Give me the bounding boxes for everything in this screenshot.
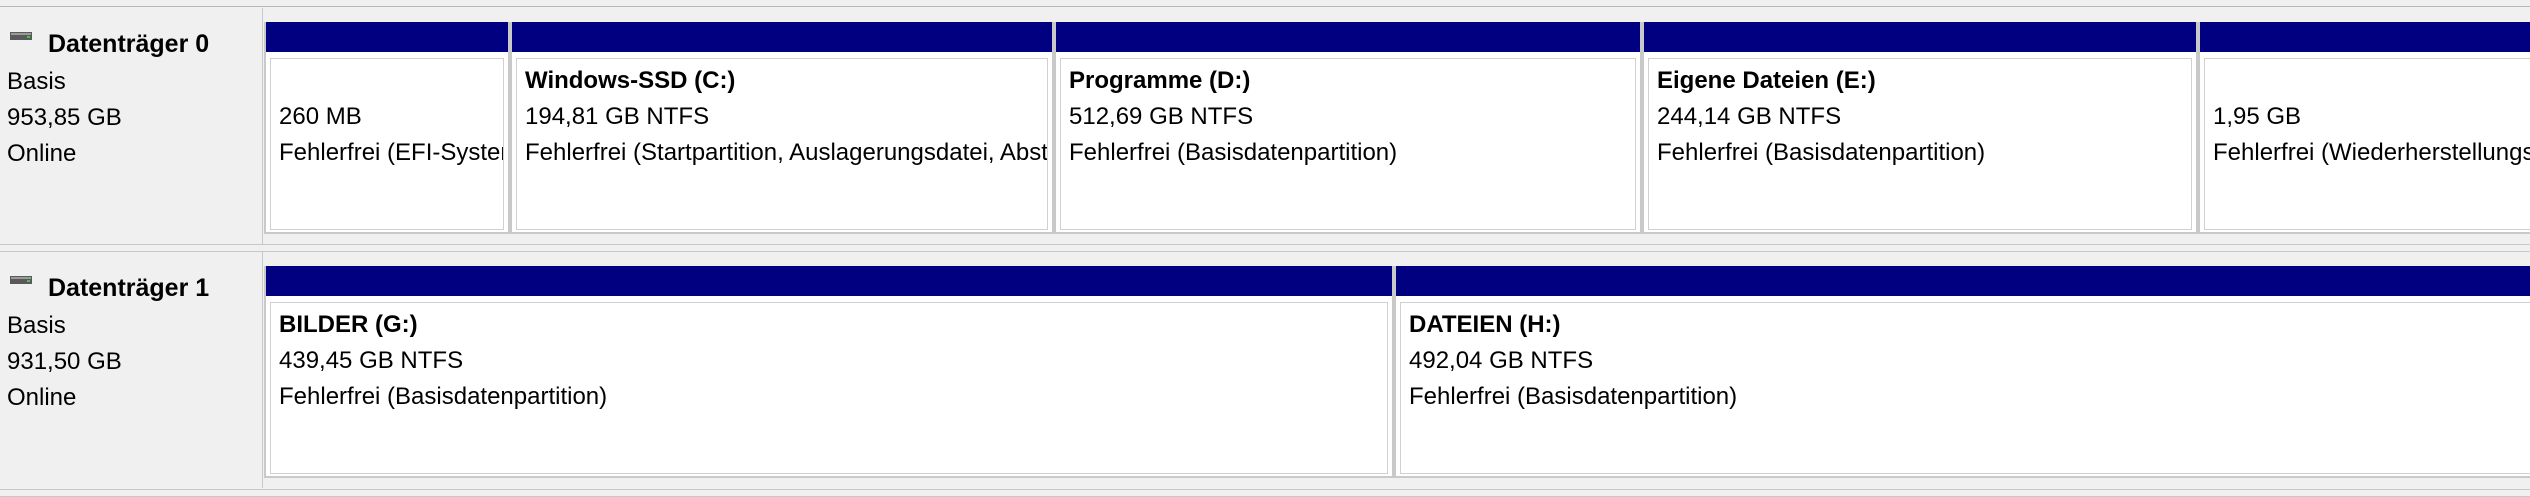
partition-name: DATEIEN (H:) xyxy=(1409,311,1561,338)
disk-info-panel[interactable]: Datenträger 1 Basis 931,50 GB Online xyxy=(0,252,263,488)
partition-name: Eigene Dateien (E:) xyxy=(1657,67,1876,94)
partition-size: 244,14 GB NTFS xyxy=(1657,103,1842,130)
disk-row-separator xyxy=(0,244,2530,252)
partition-body[interactable]: Windows-SSD (C:) 194,81 GB NTFS Fehlerfr… xyxy=(516,58,1048,230)
partition-header-bar xyxy=(266,266,1392,296)
partition-body[interactable]: BILDER (G:) 439,45 GB NTFS Fehlerfrei (B… xyxy=(270,302,1388,474)
partition-recovery[interactable]: 1,95 GB Fehlerfrei (Wiederherstellungspa… xyxy=(2198,22,2530,234)
partition-c[interactable]: Windows-SSD (C:) 194,81 GB NTFS Fehlerfr… xyxy=(510,22,1054,234)
disk-type: Basis xyxy=(7,312,66,339)
partition-body[interactable]: DATEIEN (H:) 492,04 GB NTFS Fehlerfrei (… xyxy=(1400,302,2530,474)
disk-status: Online xyxy=(7,384,77,411)
partition-size: 492,04 GB NTFS xyxy=(1409,347,1594,374)
disk-title: Datenträger 1 xyxy=(48,274,210,302)
partition-efi[interactable]: 260 MB Fehlerfrei (EFI-Systempartition) xyxy=(264,22,510,234)
partition-header-bar xyxy=(1056,22,1640,52)
partition-status: Fehlerfrei (Startpartition, Auslagerungs… xyxy=(525,139,1048,166)
partition-size: 512,69 GB NTFS xyxy=(1069,103,1254,130)
partition-header-bar xyxy=(512,22,1052,52)
disk-management-graphical-view: Datenträger 0 Basis 953,85 GB Online 260… xyxy=(0,0,2530,497)
disk-icon xyxy=(10,276,32,284)
disk-size: 931,50 GB xyxy=(7,348,122,375)
bottom-divider xyxy=(0,489,2530,497)
partition-name: BILDER (G:) xyxy=(279,311,418,338)
disk-icon xyxy=(10,32,32,40)
partition-status: Fehlerfrei (Basisdatenpartition) xyxy=(279,383,608,410)
disk-title: Datenträger 0 xyxy=(48,30,210,58)
partition-body[interactable]: 1,95 GB Fehlerfrei (Wiederherstellungspa… xyxy=(2204,58,2530,230)
partition-status: Fehlerfrei (EFI-Systempartition) xyxy=(279,139,503,166)
partition-body[interactable]: 260 MB Fehlerfrei (EFI-Systempartition) xyxy=(270,58,504,230)
partition-status: Fehlerfrei (Basisdatenpartition) xyxy=(1409,383,1738,410)
partition-status: Fehlerfrei (Basisdatenpartition) xyxy=(1069,139,1398,166)
partition-size: 194,81 GB NTFS xyxy=(525,103,710,130)
disk-status: Online xyxy=(7,140,77,167)
partition-g[interactable]: BILDER (G:) 439,45 GB NTFS Fehlerfrei (B… xyxy=(264,266,1394,478)
partition-size: 439,45 GB NTFS xyxy=(279,347,464,374)
partition-header-bar xyxy=(1396,266,2530,296)
disk-size: 953,85 GB xyxy=(7,104,122,131)
top-divider xyxy=(0,0,2530,7)
partition-h[interactable]: DATEIEN (H:) 492,04 GB NTFS Fehlerfrei (… xyxy=(1394,266,2530,478)
partition-size: 260 MB xyxy=(279,103,362,130)
partition-status: Fehlerfrei (Basisdatenpartition) xyxy=(1657,139,1986,166)
partition-name: Programme (D:) xyxy=(1069,67,1251,94)
disk-type: Basis xyxy=(7,68,66,95)
partition-size: 1,95 GB xyxy=(2213,103,2302,130)
partition-name: Windows-SSD (C:) xyxy=(525,67,736,94)
partition-header-bar xyxy=(1644,22,2196,52)
partition-status: Fehlerfrei (Wiederherstellungspartition) xyxy=(2213,139,2530,166)
disk-row-0[interactable]: Datenträger 0 Basis 953,85 GB Online 260… xyxy=(0,8,2530,244)
partition-body[interactable]: Eigene Dateien (E:) 244,14 GB NTFS Fehle… xyxy=(1648,58,2192,230)
partition-header-bar xyxy=(266,22,508,52)
partition-body[interactable]: Programme (D:) 512,69 GB NTFS Fehlerfrei… xyxy=(1060,58,1636,230)
partition-header-bar xyxy=(2200,22,2530,52)
disk-row-1[interactable]: Datenträger 1 Basis 931,50 GB Online BIL… xyxy=(0,252,2530,488)
partition-d[interactable]: Programme (D:) 512,69 GB NTFS Fehlerfrei… xyxy=(1054,22,1642,234)
disk-info-panel[interactable]: Datenträger 0 Basis 953,85 GB Online xyxy=(0,8,263,244)
partition-e[interactable]: Eigene Dateien (E:) 244,14 GB NTFS Fehle… xyxy=(1642,22,2198,234)
